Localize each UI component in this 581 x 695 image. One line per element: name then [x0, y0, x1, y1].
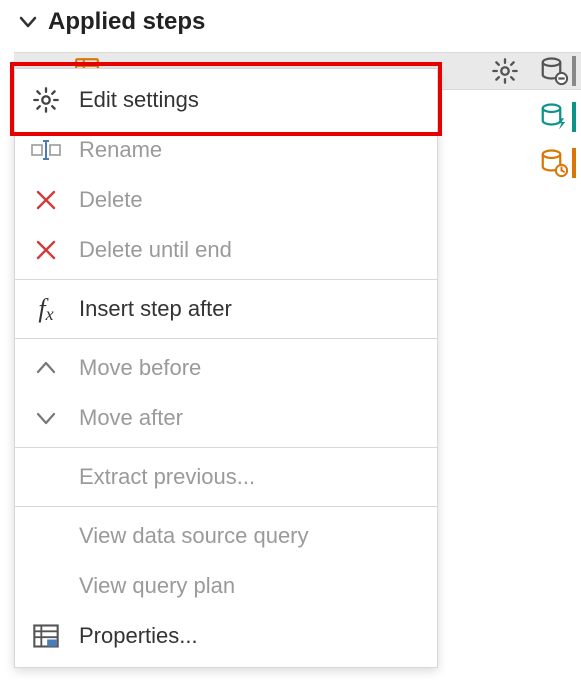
database-remove-icon[interactable] [534, 54, 574, 88]
menu-separator [15, 279, 437, 280]
menu-move-after[interactable]: Move after [15, 393, 437, 443]
menu-insert-step-after-label: Insert step after [79, 296, 232, 322]
delete-until-end-icon [29, 238, 63, 262]
menu-insert-step-after[interactable]: fx Insert step after [15, 284, 437, 334]
chevron-up-icon [29, 356, 63, 380]
menu-delete-until-end[interactable]: Delete until end [15, 225, 437, 275]
chevron-down-icon [18, 12, 38, 32]
menu-view-query-plan[interactable]: View query plan [15, 561, 437, 611]
menu-extract-previous[interactable]: Extract previous... [15, 452, 437, 502]
menu-properties[interactable]: Properties... [15, 611, 437, 661]
step-context-menu: Edit settings Rename Delete Delete until… [14, 68, 438, 668]
menu-edit-settings-label: Edit settings [79, 87, 199, 113]
menu-delete[interactable]: Delete [15, 175, 437, 225]
fx-icon: fx [29, 294, 63, 325]
menu-move-before[interactable]: Move before [15, 343, 437, 393]
menu-edit-settings[interactable]: Edit settings [15, 75, 437, 125]
menu-properties-label: Properties... [79, 623, 198, 649]
menu-extract-previous-label: Extract previous... [79, 464, 255, 490]
database-schedule-icon[interactable] [534, 146, 574, 180]
menu-view-query-plan-label: View query plan [79, 573, 235, 599]
menu-delete-label: Delete [79, 187, 143, 213]
menu-separator [15, 338, 437, 339]
delete-icon [29, 188, 63, 212]
menu-separator [15, 447, 437, 448]
applied-steps-header[interactable]: Applied steps [0, 0, 581, 44]
side-icon-column [531, 54, 577, 180]
menu-rename[interactable]: Rename [15, 125, 437, 175]
menu-view-data-source-query[interactable]: View data source query [15, 511, 437, 561]
database-cache-icon[interactable] [534, 100, 574, 134]
menu-delete-until-end-label: Delete until end [79, 237, 232, 263]
menu-move-after-label: Move after [79, 405, 183, 431]
chevron-down-icon [29, 406, 63, 430]
gear-icon [29, 86, 63, 114]
menu-rename-label: Rename [79, 137, 162, 163]
menu-view-data-source-query-label: View data source query [79, 523, 309, 549]
menu-separator [15, 506, 437, 507]
applied-steps-title: Applied steps [48, 8, 205, 36]
menu-move-before-label: Move before [79, 355, 201, 381]
rename-icon [29, 137, 63, 163]
properties-icon [29, 622, 63, 650]
step-gear-icon[interactable] [491, 57, 519, 91]
